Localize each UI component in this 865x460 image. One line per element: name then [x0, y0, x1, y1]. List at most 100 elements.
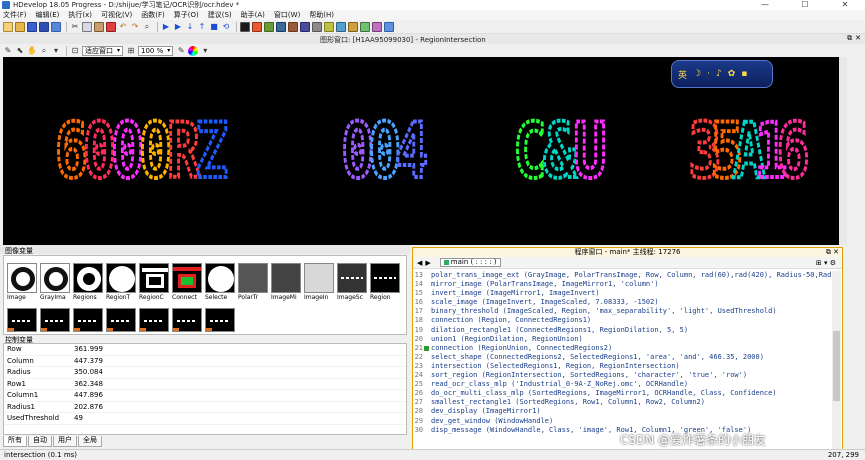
thumb-connect[interactable]: Connect: [172, 263, 202, 305]
paint-icon[interactable]: ✎: [176, 46, 186, 56]
menu-assistants[interactable]: 助手(A): [241, 10, 265, 20]
code-line[interactable]: 17 binary_threshold (ImageScaled, Region,…: [413, 307, 833, 316]
menu-functions[interactable]: 函数(F): [141, 10, 165, 20]
code-line[interactable]: 16 scale_image (ImageInvert, ImageScaled,…: [413, 298, 833, 307]
line-marker[interactable]: [423, 326, 431, 335]
thumb-selecte[interactable]: Selecte: [205, 263, 235, 305]
thumb-grayimage[interactable]: GrayIma: [40, 263, 70, 305]
stop-icon[interactable]: ■: [209, 22, 219, 32]
menu-edit[interactable]: 编辑(E): [36, 10, 60, 20]
open-folder-icon[interactable]: [15, 21, 25, 32]
pan-hand-icon[interactable]: ✋: [27, 46, 37, 56]
image-acquisition-icon[interactable]: [264, 21, 274, 32]
control-var-row[interactable]: Row1 362.348: [4, 379, 406, 390]
close-window-icon[interactable]: ✕: [855, 34, 861, 43]
copy-icon[interactable]: [82, 21, 92, 32]
program-counter-icon[interactable]: [423, 344, 431, 353]
code-line[interactable]: 29 dev_get_window (WindowHandle): [413, 417, 833, 426]
code-line[interactable]: 26 do_ocr_multi_class_mlp (SortedRegions,…: [413, 389, 833, 398]
step-over-icon[interactable]: ▶: [173, 22, 183, 32]
calibration-icon[interactable]: [312, 21, 322, 32]
thumb-region-result[interactable]: [205, 308, 235, 332]
close-window-icon[interactable]: ✕: [833, 248, 839, 256]
line-marker[interactable]: [423, 271, 431, 280]
line-marker[interactable]: [423, 398, 431, 407]
forward-icon[interactable]: ▶: [425, 259, 430, 267]
graphics-canvas[interactable]: 6 0 0 0 R Z 0 0 4 C & U 3 5 A 1 6 英 ☽ · ♪ ✿ ▪: [3, 57, 839, 245]
line-marker[interactable]: [423, 280, 431, 289]
menu-suggestions[interactable]: 建议(S): [208, 10, 232, 20]
close-button[interactable]: ✕: [825, 0, 865, 10]
step-out-icon[interactable]: ↑: [197, 22, 207, 32]
maximize-button[interactable]: ☐: [785, 0, 825, 10]
control-var-row[interactable]: Column 447.379: [4, 356, 406, 367]
cut-icon[interactable]: ✂: [70, 22, 80, 32]
redo-icon[interactable]: ↷: [130, 22, 140, 32]
menu-window[interactable]: 窗口(W): [274, 10, 300, 20]
line-marker[interactable]: [423, 389, 431, 398]
thumb-image[interactable]: Image: [7, 263, 37, 305]
code-line[interactable]: 15 invert_image (ImageMirror1, ImageInver…: [413, 289, 833, 298]
menu-help[interactable]: 帮助(H): [309, 10, 334, 20]
code-line[interactable]: 22 select_shape (ConnectedRegions2, Selec…: [413, 353, 833, 362]
new-file-icon[interactable]: [3, 21, 13, 32]
search-icon[interactable]: ⌕: [142, 22, 152, 32]
thumb-regionc[interactable]: RegionC: [139, 263, 169, 305]
thumb-region-result[interactable]: [106, 308, 136, 332]
tab-all[interactable]: 所有: [3, 436, 27, 447]
code-line[interactable]: 25 read_ocr_class_mlp ('Industrial_0-9A-Z…: [413, 380, 833, 389]
pen-icon[interactable]: ✎: [3, 46, 13, 56]
code-line[interactable]: 13 polar_trans_image_ext (GrayImage, Pola…: [413, 271, 833, 280]
feature-histogram-icon[interactable]: [348, 21, 358, 32]
menu-visualization[interactable]: 可视化(V): [101, 10, 132, 20]
undo-icon[interactable]: ↶: [118, 22, 128, 32]
run-icon[interactable]: ▶: [161, 22, 171, 32]
thumb-imagemi[interactable]: ImageMi: [271, 263, 301, 305]
line-marker[interactable]: [423, 298, 431, 307]
clear-window-icon[interactable]: [252, 21, 262, 32]
tab-global[interactable]: 全局: [78, 436, 102, 447]
tab-auto[interactable]: 自动: [28, 436, 52, 447]
line-marker[interactable]: [423, 407, 431, 416]
minimize-button[interactable]: —: [745, 0, 785, 10]
feature-inspection-icon[interactable]: [384, 21, 394, 32]
code-line[interactable]: 24 sort_region (RegionIntersection, Sorte…: [413, 371, 833, 380]
measure-assistant-icon[interactable]: [288, 21, 298, 32]
thumb-imagesc[interactable]: ImageSc: [337, 263, 367, 305]
float-window-icon[interactable]: ⧉: [826, 248, 831, 256]
color-wheel-icon[interactable]: [188, 45, 199, 56]
print-icon[interactable]: [51, 21, 61, 32]
fit-window-icon[interactable]: ⊡: [70, 46, 80, 56]
delete-icon[interactable]: [106, 21, 116, 32]
back-icon[interactable]: ◀: [417, 259, 422, 267]
code-line[interactable]: 23 intersection (SelectedRegions1, Region…: [413, 362, 833, 371]
step-into-icon[interactable]: ↓: [185, 22, 195, 32]
code-line[interactable]: 19 dilation_rectangle1 (ConnectedRegions1…: [413, 326, 833, 335]
code-line[interactable]: 18 connection (Region, ConnectedRegions1): [413, 316, 833, 325]
control-var-row[interactable]: UsedThreshold 49: [4, 413, 406, 425]
program-settings-icon[interactable]: ⚙: [830, 259, 836, 267]
code-line[interactable]: 21 connection (RegionUnion, ConnectedRegi…: [413, 344, 833, 353]
ocr-assistant-icon[interactable]: [300, 21, 310, 32]
variable-inspect-icon[interactable]: [324, 21, 334, 32]
line-marker[interactable]: [423, 307, 431, 316]
thumb-regions[interactable]: Regions: [73, 263, 103, 305]
matching-assistant-icon[interactable]: [276, 21, 286, 32]
line-marker[interactable]: [423, 353, 431, 362]
line-marker[interactable]: [423, 417, 431, 426]
line-marker[interactable]: [423, 289, 431, 298]
gray-histogram-icon[interactable]: [336, 21, 346, 32]
zoom-window-icon[interactable]: [360, 21, 370, 32]
line-profile-icon[interactable]: [372, 21, 382, 32]
control-var-row[interactable]: Radius1 202.876: [4, 402, 406, 413]
control-var-row[interactable]: Radius 350.084: [4, 367, 406, 379]
thumb-region-result[interactable]: [73, 308, 103, 332]
zoom-mode-select[interactable]: 适应窗口 ▾: [82, 45, 124, 56]
procedure-select[interactable]: main ( : : : : ): [439, 258, 501, 267]
line-marker[interactable]: [423, 316, 431, 325]
line-marker[interactable]: [423, 335, 431, 344]
code-line[interactable]: 27 smallest_rectangle1 (SortedRegions, Ro…: [413, 398, 833, 407]
line-marker[interactable]: [423, 371, 431, 380]
line-marker[interactable]: [423, 380, 431, 389]
thumb-region-result[interactable]: [40, 308, 70, 332]
